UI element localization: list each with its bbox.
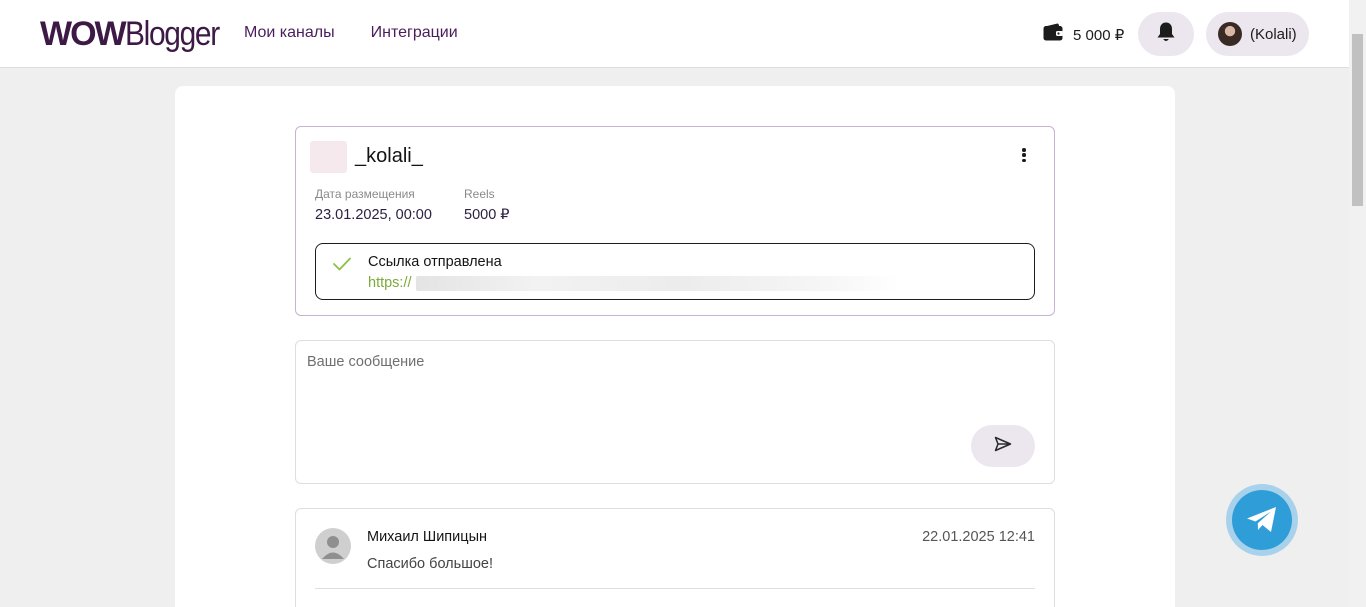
top-header: WOW Blogger Мои каналы Интеграции 5 000 … [0, 0, 1349, 68]
nav-integrations[interactable]: Интеграции [371, 22, 458, 44]
comments-list: Михаил Шипицын 22.01.2025 12:41 Спасибо … [295, 508, 1055, 607]
comment-date: 22.01.2025 12:41 [922, 529, 1035, 545]
wowblogger-logo[interactable]: WOW Blogger [40, 14, 231, 54]
comment-text: Спасибо большое! [367, 556, 493, 572]
nav-my-channels[interactable]: Мои каналы [244, 22, 335, 44]
wallet-icon [1043, 23, 1063, 46]
check-icon [332, 256, 352, 277]
main-nav: Мои каналы Интеграции [244, 22, 458, 44]
user-menu-button[interactable]: (Kolali) [1206, 12, 1309, 56]
logo-wow: WOW [40, 15, 127, 53]
user-name: (Kolali) [1250, 25, 1297, 43]
more-options-icon[interactable] [1014, 146, 1034, 164]
bell-icon [1156, 21, 1176, 48]
send-button[interactable] [971, 425, 1035, 467]
integration-card: _kolali_ Дата размещения 23.01.2025, 00:… [295, 126, 1055, 316]
page-scrollbar[interactable] [1349, 0, 1366, 607]
submitted-link[interactable]: https:// [368, 275, 412, 291]
comment-divider [315, 588, 1035, 589]
message-placeholder: Ваше сообщение [307, 354, 425, 370]
channel-name: _kolali_ [355, 145, 423, 167]
send-icon [994, 436, 1012, 457]
notifications-button[interactable] [1138, 12, 1194, 56]
link-status-box: Ссылка отправлена https:// [315, 243, 1035, 300]
format-price: 5000 ₽ [464, 207, 510, 223]
telegram-button[interactable] [1226, 484, 1298, 556]
redacted-url [416, 276, 899, 291]
date-label: Дата размещения [315, 187, 415, 201]
message-input[interactable]: Ваше сообщение [295, 340, 1055, 484]
user-placeholder-icon [315, 528, 351, 564]
date-value: 23.01.2025, 00:00 [315, 207, 432, 223]
wallet-amount: 5 000 ₽ [1073, 26, 1125, 44]
scrollbar-thumb[interactable] [1352, 34, 1363, 206]
comment-author: Михаил Шипицын [367, 529, 487, 545]
telegram-icon [1232, 490, 1292, 550]
link-status-text: Ссылка отправлена [368, 254, 502, 270]
channel-thumbnail [310, 141, 347, 173]
wallet-balance[interactable]: 5 000 ₽ [1043, 23, 1124, 46]
format-label: Reels [464, 187, 495, 201]
avatar [1218, 22, 1242, 46]
logo-blogger: Blogger [124, 15, 220, 53]
